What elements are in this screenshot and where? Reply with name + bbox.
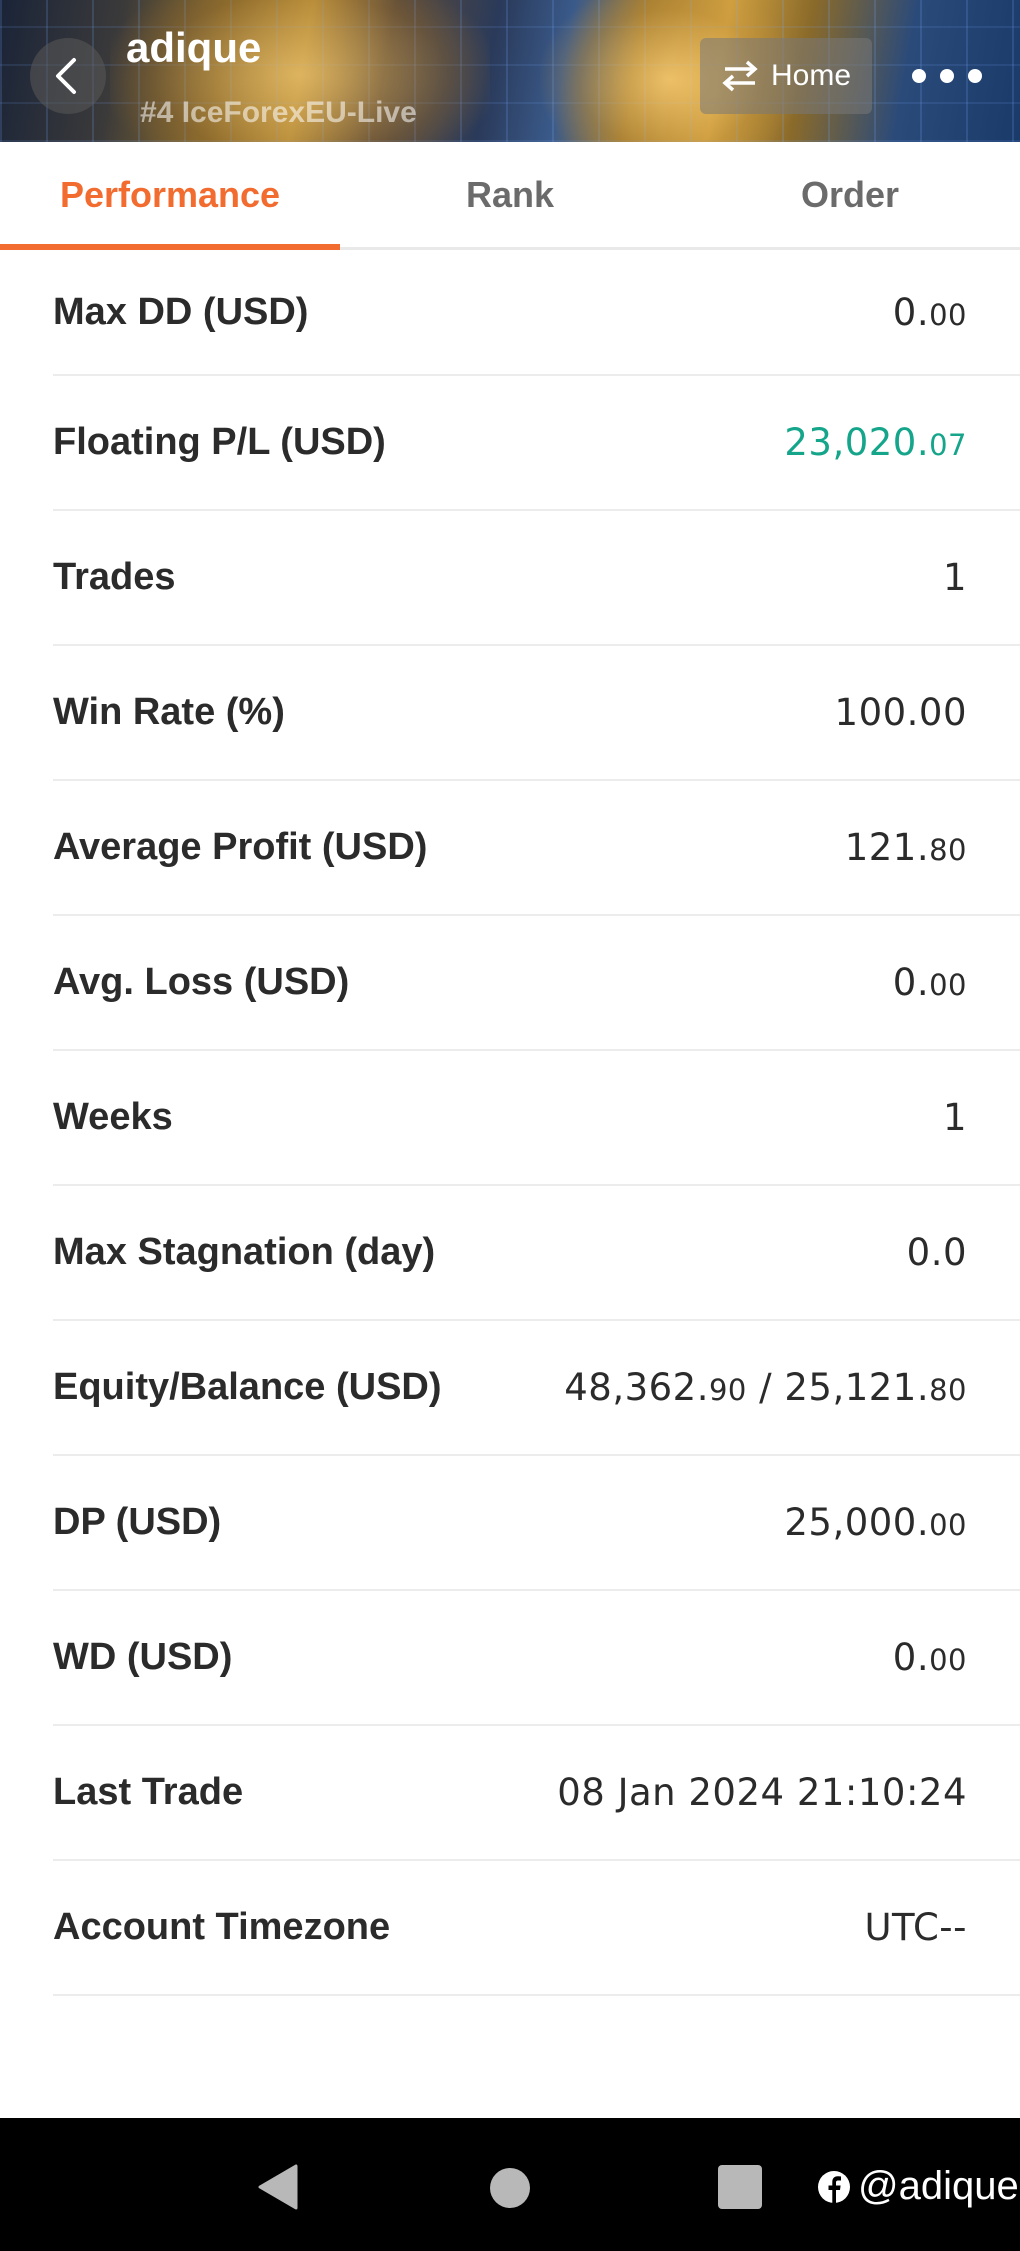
nav-home-circle-icon[interactable]: [490, 2168, 530, 2208]
stat-row-win-rate: Win Rate (%) 100.00: [53, 646, 1020, 781]
stat-label: Account Timezone: [53, 1906, 391, 1948]
stat-label: Last Trade: [53, 1771, 244, 1813]
value-integer: 0.: [892, 961, 930, 1004]
stat-value: 25,000.00: [784, 1501, 967, 1544]
stat-label: Max Stagnation (day): [53, 1231, 436, 1273]
tab-bar: Performance Rank Order: [0, 142, 1020, 250]
stat-value: 0.0: [907, 1231, 967, 1274]
stat-value: 1: [943, 556, 967, 599]
chevron-left-icon: [56, 58, 76, 94]
stat-row-trades: Trades 1: [53, 511, 1020, 646]
stat-row-equity-balance: Equity/Balance (USD) 48,362.90 / 25,121.…: [53, 1321, 1020, 1456]
value-decimal: 00: [929, 1508, 967, 1542]
nav-recents-square-icon[interactable]: [718, 2165, 762, 2209]
more-options-button[interactable]: [912, 56, 982, 96]
value-integer: 0.0: [906, 1231, 967, 1274]
stat-value: UTC--: [864, 1906, 967, 1949]
value-integer: 0.: [892, 1636, 930, 1679]
stat-row-wd: WD (USD) 0.00: [53, 1591, 1020, 1726]
stat-row-last-trade: Last Trade 08 Jan 2024 21:10:24: [53, 1726, 1020, 1861]
stat-value: 100.00: [835, 691, 967, 734]
home-button[interactable]: Home: [700, 38, 872, 114]
stat-value: 08 Jan 2024 21:10:24: [557, 1771, 967, 1814]
stat-label: DP (USD): [53, 1501, 222, 1543]
stat-row-average-profit: Average Profit (USD) 121.80: [53, 781, 1020, 916]
more-dot: [968, 69, 982, 83]
stat-value: 23,020.07: [784, 421, 967, 464]
tab-order[interactable]: Order: [680, 142, 1020, 247]
stat-label: Win Rate (%): [53, 691, 285, 733]
value-decimal: 80: [929, 833, 967, 867]
stat-label: Weeks: [53, 1096, 173, 1138]
stat-label: Equity/Balance (USD): [53, 1366, 442, 1408]
stat-label: Max DD (USD): [53, 290, 309, 333]
stat-row-avg-loss: Avg. Loss (USD) 0.00: [53, 916, 1020, 1051]
facebook-icon: [818, 2170, 850, 2203]
stat-value: 0.00: [893, 291, 967, 334]
stat-value: 1: [943, 1096, 967, 1139]
equity-integer: 48,362.: [564, 1366, 709, 1409]
stat-row-max-dd: Max DD (USD) 0.00: [53, 250, 1020, 376]
more-dot: [940, 69, 954, 83]
stat-label: WD (USD): [53, 1636, 233, 1678]
stat-value: 0.00: [893, 1636, 967, 1679]
tab-performance[interactable]: Performance: [0, 142, 340, 250]
stat-label: Floating P/L (USD): [53, 421, 386, 463]
value-integer: 25,000.: [784, 1501, 930, 1544]
stat-row-weeks: Weeks 1: [53, 1051, 1020, 1186]
header-banner: adique #4 IceForexEU-Live Home: [0, 0, 1020, 142]
swap-arrows-icon: [722, 60, 758, 92]
stat-row-max-stagnation: Max Stagnation (day) 0.0: [53, 1186, 1020, 1321]
stat-value: 48,362.90 / 25,121.80: [564, 1366, 967, 1409]
nav-back-triangle-icon[interactable]: [256, 2164, 300, 2210]
back-button[interactable]: [30, 38, 106, 114]
value-integer: 0.: [892, 290, 930, 334]
more-dots-icon: [912, 69, 926, 83]
value-integer: 1: [942, 1096, 967, 1139]
stat-row-account-timezone: Account Timezone UTC--: [53, 1861, 1020, 1996]
stat-row-dp: DP (USD) 25,000.00: [53, 1456, 1020, 1591]
stat-label: Trades: [53, 556, 176, 598]
value-datetime: 08 Jan 2024 21:10:24: [557, 1771, 967, 1814]
value-decimal: 00: [929, 297, 967, 332]
tab-rank[interactable]: Rank: [340, 142, 680, 247]
balance-integer: / 25,121.: [746, 1366, 930, 1409]
equity-decimal: 90: [708, 1373, 747, 1407]
value-integer: 23,020.: [784, 421, 930, 464]
account-title: adique: [126, 24, 262, 71]
value-decimal: 07: [929, 428, 967, 462]
watermark-text: @adique: [858, 2164, 1019, 2208]
watermark: @adique: [816, 2164, 1019, 2209]
stat-label: Avg. Loss (USD): [53, 961, 350, 1003]
account-subtitle: #4 IceForexEU-Live: [140, 96, 417, 129]
stat-value: 0.00: [893, 961, 967, 1004]
home-label: Home: [770, 59, 852, 92]
stat-row-floating-pl: Floating P/L (USD) 23,020.07: [53, 376, 1020, 511]
value-timezone: UTC--: [864, 1906, 967, 1949]
value-decimal: 00: [929, 968, 967, 1002]
system-navigation-bar: @adique: [0, 2118, 1020, 2251]
value-integer: 121.: [844, 826, 930, 869]
stat-label: Average Profit (USD): [53, 826, 428, 868]
value-integer: 100.00: [834, 691, 967, 734]
value-decimal: 00: [929, 1643, 967, 1677]
stat-value: 121.80: [845, 826, 967, 869]
balance-decimal: 80: [929, 1373, 967, 1407]
performance-stats-list: Max DD (USD) 0.00 Floating P/L (USD) 23,…: [0, 250, 1020, 1996]
value-integer: 1: [942, 556, 967, 599]
